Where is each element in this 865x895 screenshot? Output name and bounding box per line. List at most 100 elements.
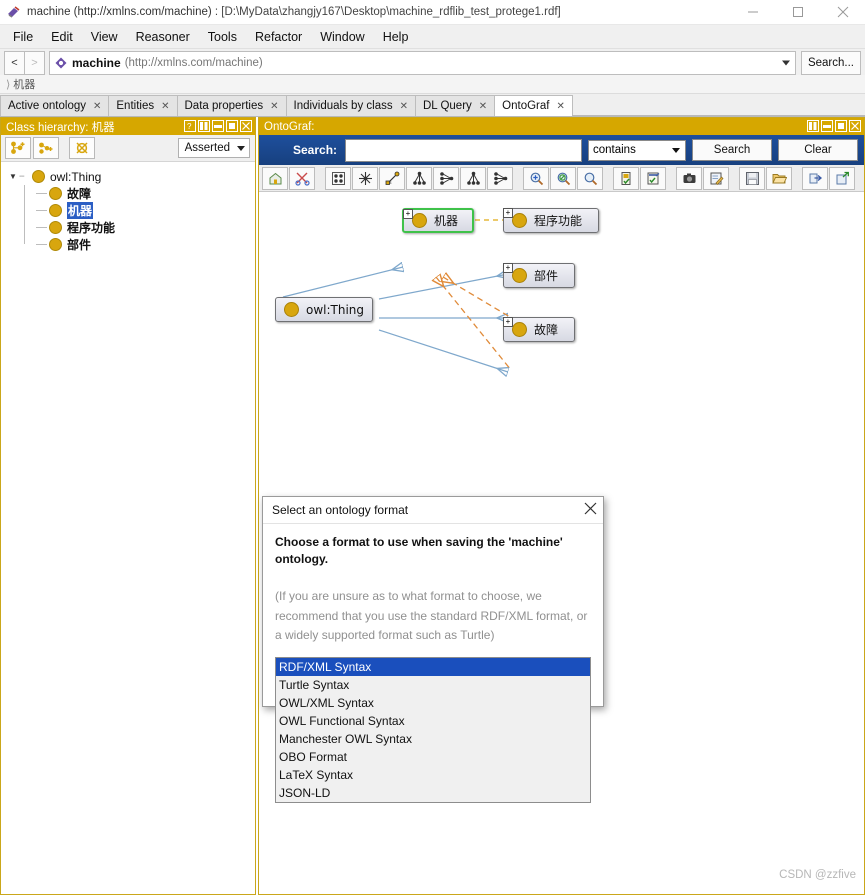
tab-dl-query[interactable]: DL Query ✕ (414, 95, 496, 116)
expand-node-icon[interactable]: + (503, 317, 513, 327)
menu-view[interactable]: View (82, 27, 127, 47)
tab-close-icon[interactable]: ✕ (400, 101, 408, 112)
tree-row-owl-thing[interactable]: ▼ -- owl:Thing (7, 168, 255, 185)
minimize-button[interactable] (730, 0, 775, 24)
menu-window[interactable]: Window (311, 27, 373, 47)
radial-layout-button[interactable] (352, 166, 378, 190)
home-button[interactable] (262, 166, 288, 190)
open-button[interactable] (766, 166, 792, 190)
tab-close-icon[interactable]: ✕ (556, 101, 564, 112)
graph-node-owl-thing[interactable]: owl:Thing (275, 297, 373, 322)
format-option-rdfxml[interactable]: RDF/XML Syntax (276, 658, 590, 676)
graph-node-machine[interactable]: + 机器 (402, 208, 474, 233)
split-icon[interactable] (198, 120, 210, 132)
zoom-in-button[interactable] (523, 166, 549, 190)
menu-tools[interactable]: Tools (199, 27, 246, 47)
format-option-jsonld[interactable]: JSON-LD (276, 784, 590, 802)
filter-button[interactable] (613, 166, 639, 190)
expand-node-icon[interactable]: + (403, 209, 413, 219)
close-button[interactable] (820, 0, 865, 24)
graph-node-part[interactable]: + 部件 (503, 263, 575, 288)
help-icon[interactable]: ? (184, 120, 196, 132)
nav-back-button[interactable]: < (4, 51, 25, 75)
tree-left-alt-button[interactable] (487, 166, 513, 190)
split-icon[interactable] (807, 120, 819, 132)
tree-down-layout-button[interactable] (406, 166, 432, 190)
clear-graph-button[interactable] (289, 166, 315, 190)
spring-layout-button[interactable]: s (379, 166, 405, 190)
tree-guide-line (36, 210, 47, 211)
add-subclass-button[interactable] (5, 137, 31, 159)
maximize-icon[interactable] (835, 120, 847, 132)
tree-left-layout-button[interactable] (433, 166, 459, 190)
snapshot-button[interactable] (676, 166, 702, 190)
breadcrumb-item[interactable]: 机器 (13, 76, 35, 92)
menu-help[interactable]: Help (374, 27, 418, 47)
menubar: File Edit View Reasoner Tools Refactor W… (0, 25, 865, 49)
grid-layout-button[interactable] (325, 166, 351, 190)
reasoner-mode-combo[interactable]: Asserted (177, 138, 250, 158)
tree-row-bujian[interactable]: 部件 (19, 236, 255, 253)
tree-item-label: owl:Thing (50, 169, 102, 184)
edit-button[interactable] (703, 166, 729, 190)
clear-button[interactable]: Clear (778, 139, 858, 161)
tab-close-icon[interactable]: ✕ (93, 101, 101, 112)
save-button[interactable] (739, 166, 765, 190)
import-button[interactable] (802, 166, 828, 190)
tab-active-ontology[interactable]: Active ontology ✕ (0, 95, 110, 116)
panel-title: OntoGraf: (264, 120, 315, 133)
dialog-title: Select an ontology format (272, 503, 409, 517)
minimize-icon[interactable] (212, 120, 224, 132)
add-sibling-class-button[interactable] (33, 137, 59, 159)
class-bullet-icon (49, 204, 62, 217)
nav-forward-button[interactable]: > (25, 51, 45, 75)
graph-node-fault[interactable]: + 故障 (503, 317, 575, 342)
tab-close-icon[interactable]: ✕ (161, 101, 169, 112)
zoom-reset-button[interactable] (550, 166, 576, 190)
tab-close-icon[interactable]: ✕ (479, 101, 487, 112)
ontology-selector[interactable]: machine (http://xmlns.com/machine) (49, 51, 796, 75)
maximize-icon[interactable] (226, 120, 238, 132)
search-label: Search: (293, 143, 338, 157)
tree-row-jiqi[interactable]: 机器 (19, 202, 255, 219)
minimize-icon[interactable] (821, 120, 833, 132)
close-icon[interactable] (240, 120, 252, 132)
tree-children: 故障 机器 程序功能 部件 (7, 185, 255, 253)
menu-file[interactable]: File (4, 27, 42, 47)
menu-reasoner[interactable]: Reasoner (127, 27, 199, 47)
tab-individuals-by-class[interactable]: Individuals by class ✕ (285, 95, 416, 116)
match-mode-combo[interactable]: contains (588, 139, 686, 161)
graph-node-program-function[interactable]: + 程序功能 (503, 208, 599, 233)
export-selection-button[interactable] (640, 166, 666, 190)
tree-item-label: 故障 (67, 187, 92, 201)
tree-row-chengxugongneng[interactable]: 程序功能 (19, 219, 255, 236)
format-option-turtle[interactable]: Turtle Syntax (276, 676, 590, 694)
delete-class-button[interactable] (69, 137, 95, 159)
maximize-button[interactable] (775, 0, 820, 24)
open-new-window-button[interactable] (829, 166, 855, 190)
format-option-latex[interactable]: LaTeX Syntax (276, 766, 590, 784)
global-search-button[interactable]: Search... (800, 51, 861, 75)
reasoner-mode-value: Asserted (184, 142, 230, 154)
tree-row-guzhang[interactable]: 故障 (19, 185, 255, 202)
search-input[interactable] (345, 138, 582, 162)
tab-close-icon[interactable]: ✕ (270, 101, 278, 112)
zoom-out-button[interactable] (577, 166, 603, 190)
expand-node-icon[interactable]: + (503, 208, 513, 218)
format-option-owl-functional[interactable]: OWL Functional Syntax (276, 712, 590, 730)
expand-node-icon[interactable]: + (503, 263, 513, 273)
tab-entities[interactable]: Entities ✕ (108, 95, 178, 116)
tree-down-alt-button[interactable] (460, 166, 486, 190)
format-option-obo[interactable]: OBO Format (276, 748, 590, 766)
menu-edit[interactable]: Edit (42, 27, 82, 47)
close-icon[interactable] (584, 502, 597, 518)
tab-data-properties[interactable]: Data properties ✕ (176, 95, 287, 116)
collapse-arrow-icon[interactable]: ▼ (7, 172, 19, 181)
tab-ontograf[interactable]: OntoGraf ✕ (494, 95, 573, 116)
close-icon[interactable] (849, 120, 861, 132)
menu-refactor[interactable]: Refactor (246, 27, 311, 47)
search-button[interactable]: Search (692, 139, 772, 161)
format-option-owlxml[interactable]: OWL/XML Syntax (276, 694, 590, 712)
format-option-manchester[interactable]: Manchester OWL Syntax (276, 730, 590, 748)
format-dropdown-list[interactable]: RDF/XML Syntax Turtle Syntax OWL/XML Syn… (275, 657, 591, 803)
